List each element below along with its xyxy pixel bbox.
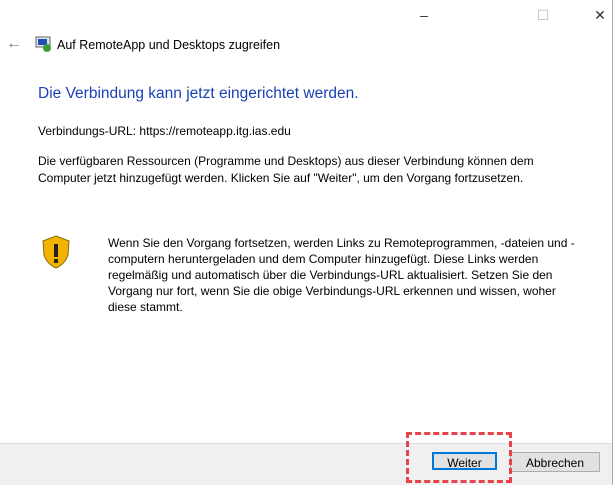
back-arrow-icon[interactable]: ← [6, 35, 22, 53]
highlight-box [406, 432, 512, 483]
page-heading: Die Verbindung kann jetzt eingerichtet w… [38, 85, 359, 102]
description-text: Die verfügbaren Ressourcen (Programme un… [38, 154, 534, 185]
warning-text: Wenn Sie den Vorgang fortsetzen, werden … [108, 236, 575, 314]
remoteapp-icon [35, 36, 51, 52]
window-title: Auf RemoteApp und Desktops zugreifen [57, 38, 281, 52]
cancel-button[interactable]: Abbrechen [510, 452, 600, 472]
close-button[interactable]: ✕ [585, 4, 615, 26]
minimize-button[interactable]: – [409, 4, 439, 26]
connection-url: Verbindungs-URL: https://remoteapp.itg.i… [38, 124, 291, 138]
maximize-button[interactable]: ☐ [528, 4, 558, 26]
warning-shield-icon [42, 235, 70, 269]
